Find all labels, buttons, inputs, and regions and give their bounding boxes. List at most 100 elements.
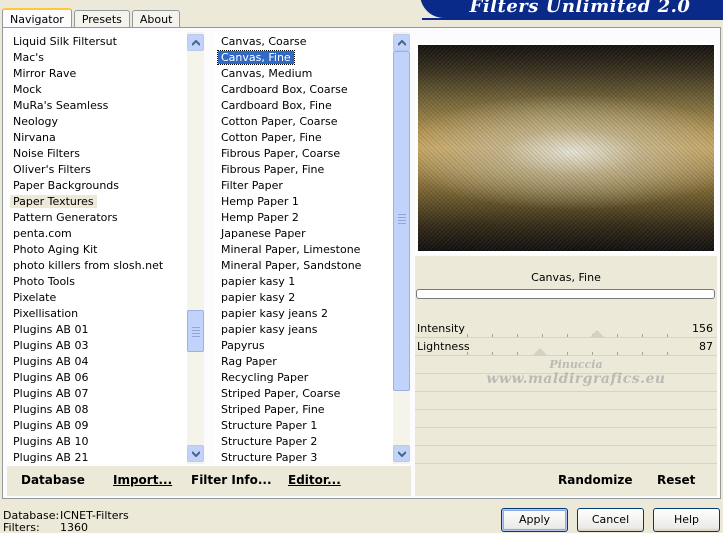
category-list-item[interactable]: Pixelate — [7, 290, 204, 306]
editor-button[interactable]: Editor... — [288, 473, 341, 487]
filter-item-label: Canvas, Fine — [217, 50, 295, 65]
filter-item-label: Fibrous Paper, Fine — [221, 163, 325, 176]
reset-button[interactable]: Reset — [657, 473, 695, 487]
filter-list-item[interactable]: Structure Paper 2 — [215, 434, 410, 450]
help-button[interactable]: Help — [653, 508, 720, 532]
empty-param-row — [415, 446, 717, 464]
scroll-down-button[interactable] — [393, 445, 410, 462]
scroll-down-button[interactable] — [187, 445, 204, 462]
filter-list-item[interactable]: papier kasy jeans 2 — [215, 306, 410, 322]
filter-item-label: Papyrus — [221, 339, 265, 352]
filter-list-item[interactable]: Rag Paper — [215, 354, 410, 370]
category-list-item[interactable]: Mock — [7, 82, 204, 98]
intensity-row[interactable]: Intensity 156 — [415, 320, 717, 338]
category-list-item[interactable]: Plugins AB 01 — [7, 322, 204, 338]
scroll-up-button[interactable] — [393, 34, 410, 51]
filter-list-item[interactable]: papier kasy jeans — [215, 322, 410, 338]
filter-list-item[interactable]: Cotton Paper, Coarse — [215, 114, 410, 130]
filter-scroll-thumb[interactable] — [393, 51, 410, 391]
status-filters: Filters: 1360 — [3, 521, 88, 533]
category-list-item[interactable]: Paper Textures — [7, 194, 204, 210]
filter-list-item[interactable]: Structure Paper 3 — [215, 450, 410, 464]
category-list-item[interactable]: MuRa's Seamless — [7, 98, 204, 114]
filter-list-item[interactable]: Striped Paper, Fine — [215, 402, 410, 418]
tab-presets[interactable]: Presets — [73, 10, 130, 28]
tab-about[interactable]: About — [131, 10, 181, 28]
category-item-label: Mac's — [13, 51, 45, 64]
empty-param-row — [415, 428, 717, 446]
tab-navigator[interactable]: Navigator — [2, 8, 72, 29]
category-list-item[interactable]: Plugins AB 07 — [7, 386, 204, 402]
filter-list-item[interactable]: Japanese Paper — [215, 226, 410, 242]
category-item-label: Oliver's Filters — [13, 163, 91, 176]
category-list-item[interactable]: penta.com — [7, 226, 204, 242]
category-list-item[interactable]: Liquid Silk Filtersut — [7, 34, 204, 50]
scroll-up-button[interactable] — [187, 34, 204, 51]
category-item-label: Plugins AB 09 — [13, 419, 89, 432]
category-list-item[interactable]: Mirror Rave — [7, 66, 204, 82]
import-button[interactable]: Import... — [113, 473, 172, 487]
category-list-item[interactable]: Plugins AB 09 — [7, 418, 204, 434]
filter-list-item[interactable]: Recycling Paper — [215, 370, 410, 386]
category-list-item[interactable]: Paper Backgrounds — [7, 178, 204, 194]
category-item-label: Pattern Generators — [13, 211, 118, 224]
chevron-down-icon — [398, 451, 406, 457]
category-list-item[interactable]: Photo Aging Kit — [7, 242, 204, 258]
category-list-item[interactable]: Noise Filters — [7, 146, 204, 162]
filter-list-item[interactable]: Papyrus — [215, 338, 410, 354]
category-list-item[interactable]: Pattern Generators — [7, 210, 204, 226]
category-list-item[interactable]: Plugins AB 08 — [7, 402, 204, 418]
selected-filter-name: Canvas, Fine — [531, 271, 601, 284]
category-list-item[interactable]: Neology — [7, 114, 204, 130]
filter-list-item[interactable]: Cotton Paper, Fine — [215, 130, 410, 146]
navigator-panel: Liquid Silk Filtersut Mac's Mirror Rave Moc… — [2, 27, 721, 499]
filter-list-item[interactable]: Fibrous Paper, Fine — [215, 162, 410, 178]
category-list-item[interactable]: Plugins AB 10 — [7, 434, 204, 450]
title-rule — [422, 18, 723, 20]
lightness-slider-thumb[interactable] — [532, 348, 549, 356]
category-scroll-thumb[interactable] — [187, 310, 204, 352]
watermark-line-2: www.maldirgrafics.eu — [486, 371, 666, 387]
randomize-button[interactable]: Randomize — [558, 473, 632, 487]
filter-item-label: papier kasy jeans — [221, 323, 318, 336]
filter-list-item[interactable]: Cardboard Box, Fine — [215, 98, 410, 114]
category-list-item[interactable]: photo killers from slosh.net — [7, 258, 204, 274]
progress-bar — [416, 289, 715, 299]
cancel-button[interactable]: Cancel — [577, 508, 644, 532]
filter-list-item[interactable]: Canvas, Medium — [215, 66, 410, 82]
filter-list-item[interactable]: papier kasy 1 — [215, 274, 410, 290]
category-list-item[interactable]: Nirvana — [7, 130, 204, 146]
filter-list-item[interactable]: Striped Paper, Coarse — [215, 386, 410, 402]
category-list-item[interactable]: Plugins AB 03 — [7, 338, 204, 354]
filter-list-item[interactable]: Cardboard Box, Coarse — [215, 82, 410, 98]
filter-list-item[interactable]: Structure Paper 1 — [215, 418, 410, 434]
filter-info-button[interactable]: Filter Info... — [191, 473, 272, 487]
filter-list-item[interactable]: Canvas, Fine — [215, 50, 410, 66]
filter-item-label: Mineral Paper, Sandstone — [221, 259, 362, 272]
lightness-row[interactable]: Lightness 87 — [415, 338, 717, 356]
category-scrollbar[interactable] — [187, 32, 204, 464]
filter-list[interactable]: Canvas, Coarse Canvas, Fine Canvas, Medium… — [215, 32, 410, 464]
category-list-item[interactable]: Mac's — [7, 50, 204, 66]
category-item-label: Photo Aging Kit — [13, 243, 98, 256]
apply-button[interactable]: Apply — [501, 508, 568, 532]
filter-item-label: Striped Paper, Fine — [221, 403, 325, 416]
category-list-item[interactable]: Pixellisation — [7, 306, 204, 322]
category-list[interactable]: Liquid Silk Filtersut Mac's Mirror Rave Moc… — [7, 32, 204, 464]
filter-list-item[interactable]: Fibrous Paper, Coarse — [215, 146, 410, 162]
filter-list-item[interactable]: papier kasy 2 — [215, 290, 410, 306]
category-list-item[interactable]: Photo Tools — [7, 274, 204, 290]
category-list-item[interactable]: Plugins AB 06 — [7, 370, 204, 386]
filter-list-item[interactable]: Hemp Paper 1 — [215, 194, 410, 210]
category-list-item[interactable]: Oliver's Filters — [7, 162, 204, 178]
filter-list-item[interactable]: Mineral Paper, Sandstone — [215, 258, 410, 274]
filter-list-item[interactable]: Hemp Paper 2 — [215, 210, 410, 226]
intensity-slider-thumb[interactable] — [589, 330, 606, 338]
filter-scrollbar[interactable] — [393, 32, 410, 464]
category-list-item[interactable]: Plugins AB 04 — [7, 354, 204, 370]
database-button[interactable]: Database — [21, 473, 85, 487]
filter-list-item[interactable]: Mineral Paper, Limestone — [215, 242, 410, 258]
filter-list-item[interactable]: Canvas, Coarse — [215, 34, 410, 50]
category-list-item[interactable]: Plugins AB 21 — [7, 450, 204, 464]
filter-list-item[interactable]: Filter Paper — [215, 178, 410, 194]
